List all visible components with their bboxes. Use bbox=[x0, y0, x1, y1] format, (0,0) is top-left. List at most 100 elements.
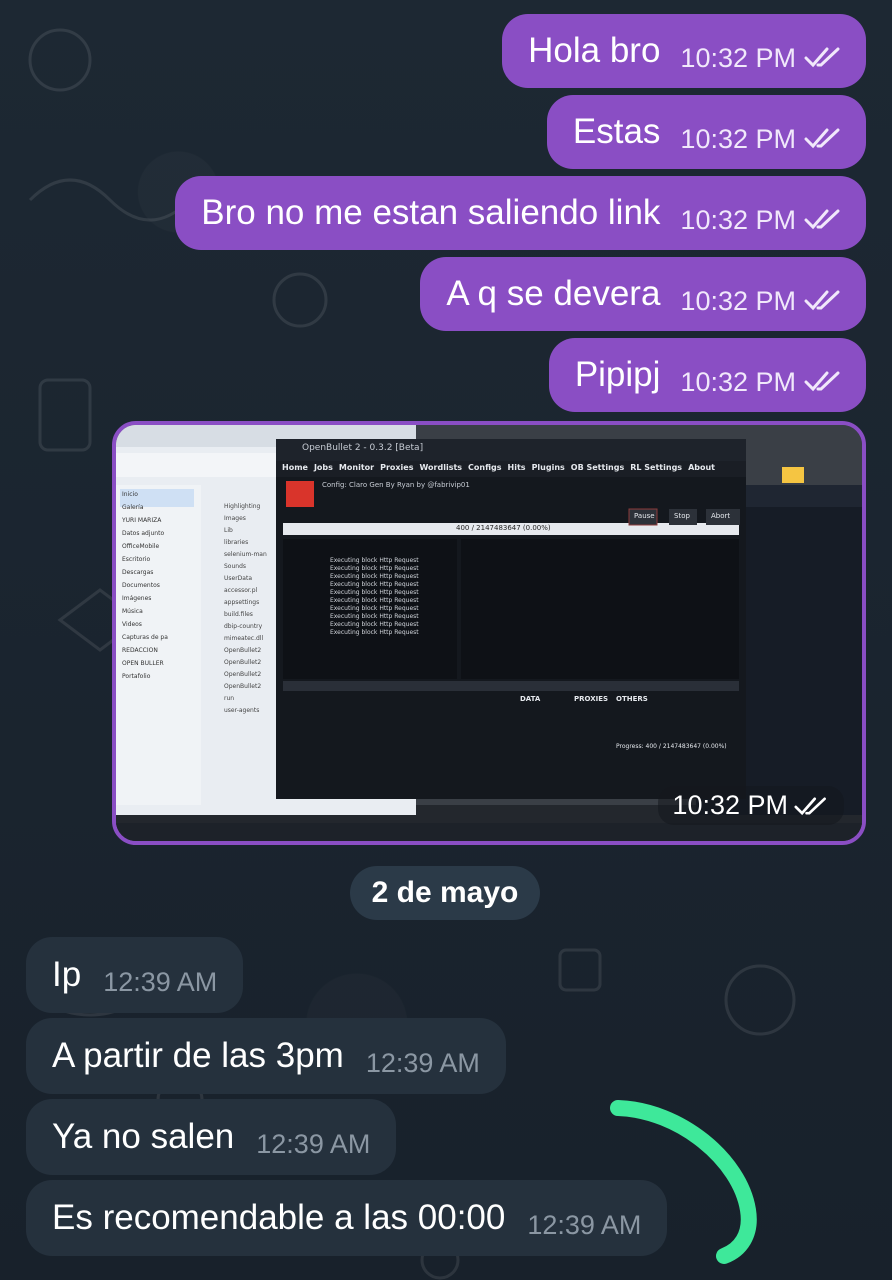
progress-line: Progress: 400 / 2147483647 (0.00%) bbox=[616, 743, 727, 750]
progress-label: 400 / 2147483647 (0.00%) bbox=[456, 524, 551, 532]
outgoing-message[interactable]: Estas 10:32 PM bbox=[546, 95, 866, 169]
explorer-file: OpenBullet2 bbox=[224, 671, 262, 678]
explorer-file: OpenBullet2 bbox=[224, 659, 262, 666]
message-time: 10:32 PM bbox=[680, 42, 796, 73]
message-time: 10:32 PM bbox=[680, 204, 796, 235]
double-check-icon bbox=[804, 128, 840, 149]
explorer-file: build.files bbox=[224, 611, 253, 618]
explorer-item: Videos bbox=[122, 621, 142, 628]
photo-message[interactable]: OpenBullet 2 - 0.3.2 [Beta] Home Jobs Mo… bbox=[112, 421, 866, 845]
menu-item: Jobs bbox=[313, 463, 333, 472]
message-text: Hola bro bbox=[528, 31, 661, 70]
menu-item: Wordlists bbox=[419, 463, 463, 472]
menu-item: About bbox=[688, 463, 715, 472]
double-check-icon bbox=[804, 371, 840, 392]
menu-item: RL Settings bbox=[630, 463, 683, 472]
explorer-file: selenium-man bbox=[224, 551, 267, 558]
incoming-message[interactable]: Ya no salen 12:39 AM bbox=[26, 1099, 397, 1175]
explorer-item: Escritorio bbox=[122, 556, 151, 563]
explorer-item: Capturas de pa bbox=[122, 634, 168, 641]
explorer-file: UserData bbox=[224, 575, 253, 582]
double-check-icon bbox=[794, 796, 826, 815]
message-text: A partir de las 3pm bbox=[52, 1036, 344, 1075]
explorer-item: YURI MARIZA bbox=[122, 517, 162, 524]
date-label: 2 de mayo bbox=[371, 876, 519, 909]
explorer-item: Galería bbox=[122, 504, 144, 511]
log-row: Executing block Http Request bbox=[330, 557, 419, 564]
incoming-message[interactable]: A partir de las 3pm 12:39 AM bbox=[26, 1018, 506, 1094]
outgoing-message[interactable]: Hola bro 10:32 PM bbox=[502, 14, 866, 88]
double-check-icon bbox=[804, 290, 840, 311]
incoming-message[interactable]: Es recomendable a las 00:00 12:39 AM bbox=[26, 1180, 668, 1256]
explorer-file: dbip-country bbox=[224, 623, 263, 630]
explorer-files: Highlighting Images Lib libraries seleni… bbox=[224, 503, 267, 714]
message-time: 12:39 AM bbox=[527, 1209, 642, 1240]
double-check-icon bbox=[804, 47, 840, 68]
menu-item: Configs bbox=[468, 463, 502, 472]
explorer-item: Imágenes bbox=[122, 595, 152, 602]
explorer-item: OPEN BULLER bbox=[122, 660, 164, 667]
outgoing-message[interactable]: Bro no me estan saliendo link 10:32 PM bbox=[175, 176, 866, 250]
outgoing-message[interactable]: Pipipj 10:32 PM bbox=[548, 338, 866, 412]
config-line: Config: Claro Gen By Ryan by @fabrivip01 bbox=[322, 481, 470, 489]
double-check-icon bbox=[804, 209, 840, 230]
message-time: 10:32 PM bbox=[680, 366, 796, 397]
proxies-label: PROXIES bbox=[574, 695, 609, 703]
menu-item: Plugins bbox=[531, 463, 565, 472]
log-row: Executing block Http Request bbox=[330, 565, 419, 572]
message-text: Es recomendable a las 00:00 bbox=[52, 1198, 506, 1237]
explorer-file: run bbox=[224, 695, 235, 702]
message-time: 10:32 PM bbox=[672, 790, 788, 820]
message-text: Ip bbox=[52, 955, 82, 994]
outgoing-message[interactable]: A q se devera 10:32 PM bbox=[420, 257, 866, 331]
explorer-item: Datos adjunto bbox=[122, 530, 165, 537]
menu-item: Monitor bbox=[338, 463, 375, 472]
abort-button: Abort bbox=[711, 512, 731, 520]
log-row: Executing block Http Request bbox=[330, 581, 419, 588]
log-row: Executing block Http Request bbox=[330, 597, 419, 604]
explorer-sidebar: Inicio Galería YURI MARIZA Datos adjunto… bbox=[122, 491, 168, 680]
explorer-file: Lib bbox=[224, 527, 233, 534]
explorer-item: Música bbox=[122, 608, 143, 615]
message-text: A q se devera bbox=[446, 274, 661, 313]
explorer-file: appsettings bbox=[224, 599, 260, 606]
message-text: Bro no me estan saliendo link bbox=[201, 193, 661, 232]
log-row: Executing block Http Request bbox=[330, 621, 419, 628]
message-time: 12:39 AM bbox=[365, 1047, 480, 1078]
incoming-message[interactable]: Ip 12:39 AM bbox=[26, 937, 244, 1013]
log-row: Executing block Http Request bbox=[330, 629, 419, 636]
log-rows: Executing block Http Request Executing b… bbox=[330, 557, 419, 636]
message-time: 10:32 PM bbox=[680, 285, 796, 316]
message-time: 10:32 PM bbox=[680, 123, 796, 154]
explorer-file: Sounds bbox=[224, 563, 247, 570]
stop-button: Stop bbox=[674, 512, 690, 520]
message-text: Estas bbox=[572, 112, 661, 151]
explorer-file: Images bbox=[224, 515, 246, 522]
explorer-item: Portafolio bbox=[122, 673, 151, 680]
menu-item: Home bbox=[282, 463, 308, 472]
message-time: 12:39 AM bbox=[103, 966, 218, 997]
explorer-item: Inicio bbox=[122, 491, 138, 498]
explorer-item: Documentos bbox=[122, 582, 160, 589]
openbullet-menu: Home Jobs Monitor Proxies Wordlists Conf… bbox=[282, 463, 715, 472]
menu-item: Proxies bbox=[380, 463, 414, 472]
explorer-file: Highlighting bbox=[224, 503, 261, 510]
explorer-file: OpenBullet2 bbox=[224, 647, 262, 654]
log-row: Executing block Http Request bbox=[330, 573, 419, 580]
explorer-file: user-agents bbox=[224, 707, 260, 714]
explorer-item: OfficeMobile bbox=[122, 543, 160, 550]
message-text: Ya no salen bbox=[52, 1117, 235, 1156]
menu-item: Hits bbox=[507, 463, 526, 472]
explorer-item: REDACCION bbox=[122, 647, 158, 654]
explorer-file: OpenBullet2 bbox=[224, 683, 262, 690]
photo-timestamp: 10:32 PM bbox=[658, 786, 844, 825]
pause-button: Pause bbox=[634, 512, 655, 520]
explorer-file: accessor.pl bbox=[224, 587, 258, 594]
others-label: OTHERS bbox=[616, 695, 648, 703]
data-label: DATA bbox=[520, 695, 541, 703]
date-separator: 2 de mayo bbox=[350, 866, 540, 920]
explorer-file: libraries bbox=[224, 539, 249, 546]
log-row: Executing block Http Request bbox=[330, 613, 419, 620]
openbullet-title: OpenBullet 2 - 0.3.2 [Beta] bbox=[302, 443, 424, 453]
log-row: Executing block Http Request bbox=[330, 589, 419, 596]
